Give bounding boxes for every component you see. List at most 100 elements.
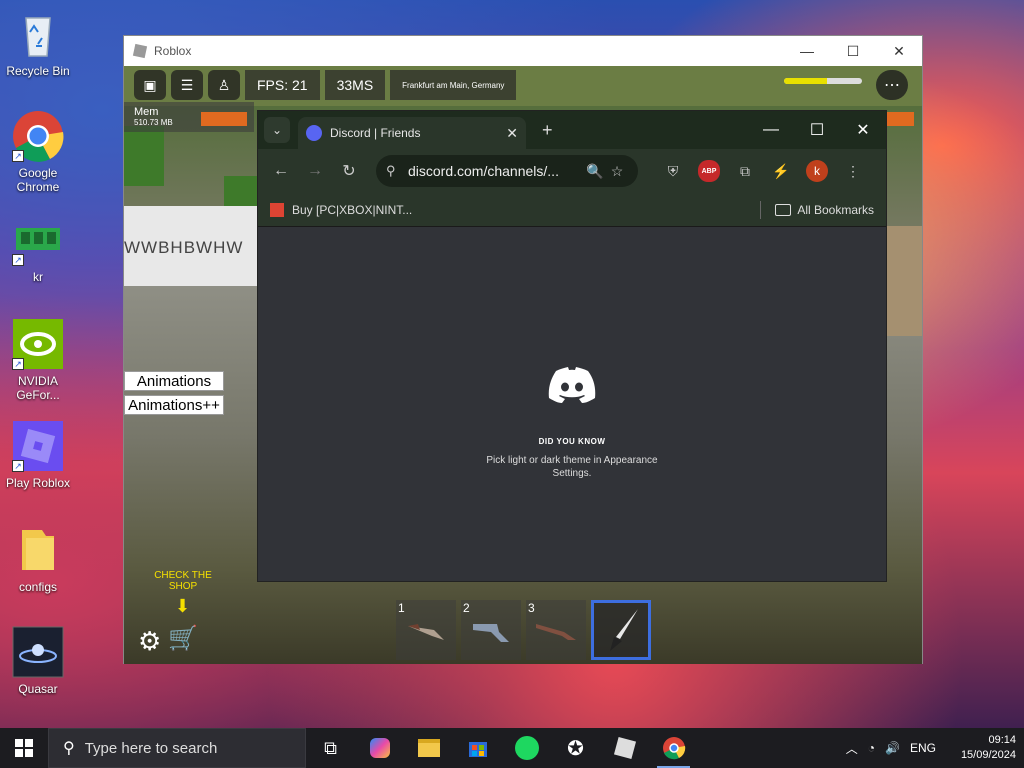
animations-plus-button[interactable]: Animations++ [124,395,224,415]
system-tray: ︿ ◔ 🔊 ENG 09:14 15/09/2024 [846,733,1024,763]
revolver-icon [473,624,509,642]
close-button[interactable]: ✕ [840,111,886,149]
bookmark-star-icon[interactable]: ☆ [606,160,628,182]
did-you-know-heading: DID YOU KNOW [538,437,606,446]
roblox-window-title: Roblox [154,44,192,58]
site-info-icon[interactable]: ⚲ [386,163,404,179]
address-bar[interactable]: ⚲ discord.com/channels/... 🔍 ☆ [376,155,638,187]
divider [760,200,762,219]
slot-number: 2 [463,601,470,615]
copilot-icon[interactable] [355,728,404,768]
clock[interactable]: 09:14 15/09/2024 [946,733,1016,763]
volume-icon[interactable]: 🔊 [885,741,900,755]
game-tree [124,126,164,186]
desktop-icon-quasar[interactable]: Quasar [0,626,76,696]
shortcut-arrow-icon: ↗ [12,358,24,370]
windows-logo-icon [15,739,33,757]
shortcut-arrow-icon: ↗ [12,150,24,162]
chevron-up-icon[interactable]: ︿ [846,740,858,757]
star-app-icon[interactable]: ✪ [551,728,600,768]
roblox-titlebar[interactable]: Roblox — ☐ ✕ [124,36,922,66]
discord-tip-text: Pick light or dark theme in Appearance S… [486,455,658,479]
orange-indicator [201,112,247,126]
url-text: discord.com/channels/... [408,163,559,179]
minimize-button[interactable]: — [784,36,830,66]
forward-icon[interactable]: → [300,162,330,180]
adblock-plus-icon[interactable]: ABP [698,160,720,182]
knife-icon [408,624,444,640]
tab-discord[interactable]: Discord | Friends ✕ [298,117,526,149]
roblox-topbar: ▣ ☰ ♙ FPS: 21 33MS Frankfurt am Main, Ge… [134,70,517,100]
animations-button[interactable]: Animations [124,371,224,391]
maximize-button[interactable]: ☐ [830,36,876,66]
desktop-icon-play-roblox[interactable]: ↗ Play Roblox [0,420,76,490]
desktop-icon-nvidia[interactable]: ↗ NVIDIA GeFor... [0,318,76,402]
zoom-icon[interactable]: 🔍 [584,160,606,182]
desktop-icon-configs[interactable]: configs [0,524,76,594]
discord-loading-screen [258,229,886,581]
all-bookmarks-button[interactable]: All Bookmarks [797,203,874,217]
chat-icon[interactable]: ☰ [171,70,203,100]
clock-date: 15/09/2024 [960,749,1016,761]
close-button[interactable]: ✕ [876,36,922,66]
folder-icon [775,203,792,216]
hotbar-slot-3[interactable]: 3 [526,600,586,660]
chrome-tab-strip: ⌄ Discord | Friends ✕ + — ☐ ✕ [258,111,886,149]
start-button[interactable] [0,728,48,768]
gear-icon[interactable]: ⚙ [138,626,161,657]
file-explorer-icon[interactable] [404,728,453,768]
search-placeholder: Type here to search [84,739,218,757]
server-region: Frankfurt am Main, Germany [390,70,517,100]
microsoft-store-icon[interactable] [453,728,502,768]
desktop-icon-chrome[interactable]: ↗ Google Chrome [0,110,76,194]
chrome-window[interactable]: ⌄ Discord | Friends ✕ + — ☐ ✕ ← → ↻ ⚲ di… [257,110,887,582]
reload-icon[interactable]: ↻ [334,161,364,181]
fps-counter: FPS: 21 [245,70,320,100]
shortcut-arrow-icon: ↗ [12,254,24,266]
hotbar-slot-2[interactable]: 2 [461,600,521,660]
clock-time: 09:14 [988,734,1016,746]
health-bar [784,78,862,84]
task-view-icon[interactable]: ⧉ [306,728,355,768]
tab-close-icon[interactable]: ✕ [506,125,518,142]
slot-number: 3 [528,601,535,615]
desktop-icon-recycle-bin[interactable]: Recycle Bin [0,8,76,78]
arrow-down-icon: ⬇ [175,596,191,616]
shield-extension-icon[interactable]: ⛨ [662,160,684,182]
hotbar-slot-4-selected[interactable] [591,600,651,660]
extensions-puzzle-icon[interactable]: ⧉ [734,160,756,182]
dagger-icon [610,609,638,651]
avatar-icon[interactable]: ♙ [208,70,240,100]
maximize-button[interactable]: ☐ [794,111,840,149]
minimize-button[interactable]: — [748,111,794,149]
wifi-icon[interactable]: ◔ [868,741,875,755]
desktop-icon-label: kr [33,270,43,284]
folder-icon [12,524,64,576]
discord-logo-icon [548,367,596,403]
memory-chip-icon: ↗ [12,214,64,266]
taskbar-search-box[interactable]: ⚲ Type here to search [48,728,306,768]
health-bar-fill [784,78,827,84]
roblox-menu-icon[interactable]: ▣ [134,70,166,100]
desktop-icon-kr[interactable]: ↗ kr [0,214,76,284]
bookmark-item[interactable]: Buy [PC|XBOX|NINT... [292,203,412,217]
performance-icon[interactable]: ⚡ [770,160,792,182]
chrome-taskbar-icon[interactable] [649,728,698,768]
chrome-menu-icon[interactable]: ⋮ [842,160,864,182]
chrome-toolbar: ← → ↻ ⚲ discord.com/channels/... 🔍 ☆ ⛨ A… [258,149,886,193]
bookmarks-bar: Buy [PC|XBOX|NINT... All Bookmarks [258,193,886,227]
profile-avatar-icon[interactable]: k [806,160,828,182]
chrome-icon: ↗ [12,110,64,162]
spotify-icon[interactable] [502,728,551,768]
hotbar-slot-1[interactable]: 1 [396,600,456,660]
new-tab-button[interactable]: + [542,120,553,141]
shop-hint: CHECK THE SHOP [154,570,212,592]
language-indicator[interactable]: ENG [910,741,936,755]
roblox-taskbar-icon[interactable] [600,728,649,768]
taskbar: ⚲ Type here to search ⧉ ✪ ︿ ◔ 🔊 ENG 09:1… [0,728,1024,768]
discord-favicon-icon [306,125,322,141]
more-options-button[interactable]: ⋯ [876,70,908,100]
cart-icon[interactable]: 🛒 [168,624,198,653]
tab-search-chevron-icon[interactable]: ⌄ [264,117,290,143]
back-icon[interactable]: ← [266,162,296,180]
